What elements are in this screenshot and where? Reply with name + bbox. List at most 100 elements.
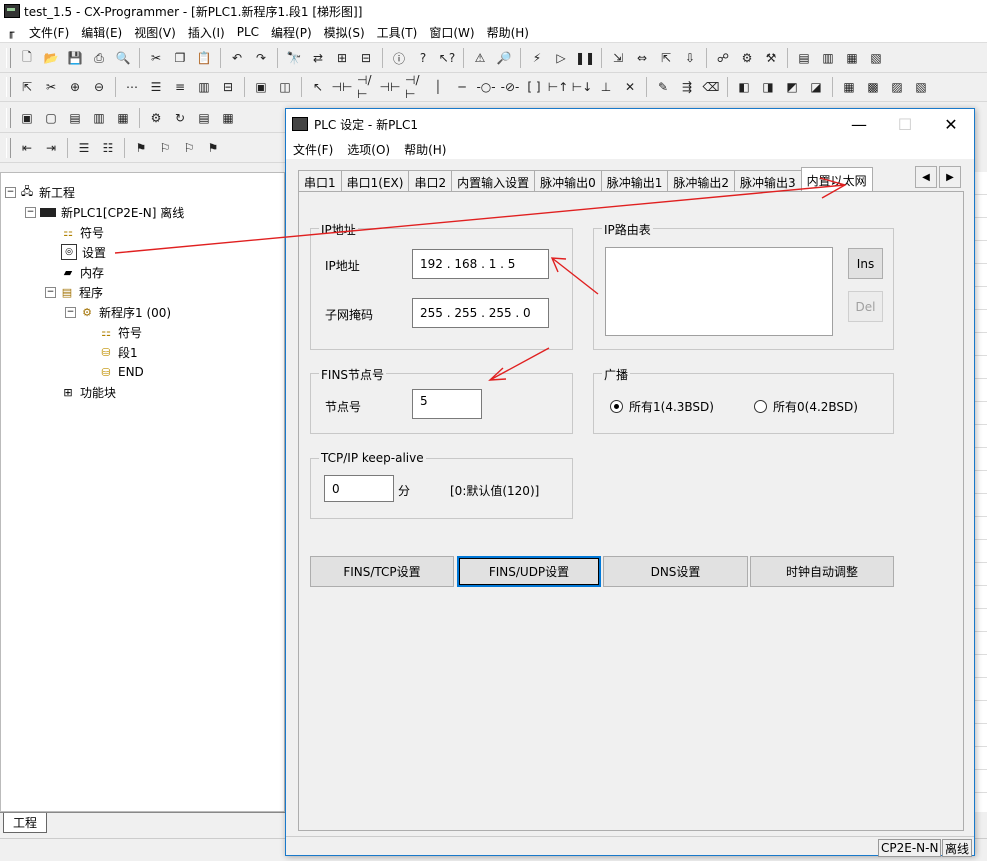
tree-node-program1[interactable]: − ⚙ 新程序1 (00) (65, 303, 171, 321)
radio-selected-icon[interactable] (610, 400, 623, 413)
download-icon[interactable]: ⇩ (680, 48, 700, 68)
warning-icon[interactable]: ⚠ (470, 48, 490, 68)
tab-serial1-ex[interactable]: 串口1(EX) (340, 170, 410, 193)
collapse-icon[interactable]: − (25, 206, 36, 218)
open-folder-icon[interactable]: 📂 (41, 48, 61, 68)
tree-node-end[interactable]: ⛁ END (99, 363, 143, 381)
menu-program[interactable]: 编程(P) (265, 24, 318, 41)
tab-pulse-output0[interactable]: 脉冲输出0 (534, 170, 602, 193)
tree-node-project[interactable]: − 🖧 新工程 (5, 183, 75, 201)
ladder-view-icon[interactable]: ▥ (194, 77, 214, 97)
broadcast-all-zeros-radio[interactable]: 所有0(4.2BSD) (754, 398, 858, 415)
search-icon[interactable]: 🔎 (494, 48, 514, 68)
task-icon[interactable]: ⚙ (146, 108, 166, 128)
maximize-icon[interactable]: ☐ (882, 109, 928, 139)
section-icon[interactable]: ▤ (194, 108, 214, 128)
zoom-in-icon[interactable]: ⊕ (65, 77, 85, 97)
window-cascade-icon[interactable]: ▥ (818, 48, 838, 68)
context-help-icon[interactable]: ↖? (437, 48, 457, 68)
project-workspace-icon[interactable]: ▣ (17, 108, 37, 128)
tab-builtin-ethernet[interactable]: 内置以太网 (800, 167, 873, 193)
tree-node-function-blocks[interactable]: ⊞ 功能块 (61, 383, 116, 401)
routing-table-list[interactable] (605, 247, 833, 336)
toolbar-grip[interactable] (6, 77, 11, 97)
contact-or-icon[interactable]: ⊣⊢ (380, 77, 401, 97)
address-reference-icon[interactable]: ⊟ (356, 48, 376, 68)
broadcast-all-ones-radio[interactable]: 所有1(4.3BSD) (610, 398, 714, 415)
new-file-icon[interactable]: 🗋 (17, 48, 37, 68)
grid-icon[interactable]: ⋯ (122, 77, 142, 97)
info-icon[interactable]: ⓘ (389, 48, 409, 68)
address-window-icon[interactable]: ▥ (89, 108, 109, 128)
settings-table-icon[interactable]: ▩ (863, 77, 883, 97)
ci-icon[interactable]: ◫ (275, 77, 295, 97)
error-log-icon[interactable]: ▧ (911, 77, 931, 97)
tab-pulse-output3[interactable]: 脉冲输出3 (734, 170, 802, 193)
del-button[interactable]: Del (848, 291, 883, 322)
run-icon[interactable]: ▷ (551, 48, 571, 68)
collapse-icon[interactable]: − (65, 306, 76, 318)
fins-udp-settings-button[interactable]: FINS/UDP设置 (457, 556, 601, 587)
comment-icon[interactable]: ☰ (146, 77, 166, 97)
cancel-edit-icon[interactable]: ⌫ (701, 77, 721, 97)
watch-icon[interactable]: ◪ (806, 77, 826, 97)
symbol-window-icon[interactable]: ▦ (113, 108, 133, 128)
upload-icon[interactable]: ⇱ (656, 48, 676, 68)
toolbar-grip[interactable] (6, 108, 11, 128)
pulse-down-icon[interactable]: ⊢↓ (572, 77, 593, 97)
jump-icon[interactable]: ▦ (218, 108, 238, 128)
delete-rung-icon[interactable]: ✕ (620, 77, 640, 97)
output-window-icon[interactable]: ▢ (41, 108, 61, 128)
uncomment-icon[interactable]: ☷ (98, 138, 118, 158)
tab-pulse-output2[interactable]: 脉冲输出2 (667, 170, 736, 193)
node-number-field[interactable]: 5 (412, 389, 482, 419)
window-grid-icon[interactable]: ▧ (866, 48, 886, 68)
set-icon[interactable]: ⚒ (761, 48, 781, 68)
subnet-mask-field[interactable]: 255 . 255 . 255 . 0 (412, 298, 549, 328)
horizontal-line-icon[interactable]: ─ (452, 77, 472, 97)
window-tile-icon[interactable]: ▤ (794, 48, 814, 68)
tree-node-section1[interactable]: ⛁ 段1 (99, 343, 137, 361)
transfer-icon[interactable]: ⇲ (608, 48, 628, 68)
clear-bookmarks-icon[interactable]: ⚑ (203, 138, 223, 158)
menu-plc[interactable]: PLC (231, 25, 265, 39)
print-preview-icon[interactable]: 🔍 (113, 48, 133, 68)
pause-icon[interactable]: ❚❚ (575, 48, 595, 68)
tab-scroll-left-icon[interactable]: ◀ (915, 166, 937, 188)
menu-help[interactable]: 帮助(H) (481, 24, 535, 41)
toolbar-grip[interactable] (6, 138, 11, 158)
copy-icon[interactable]: ❐ (170, 48, 190, 68)
io-table-icon[interactable]: ▦ (839, 77, 859, 97)
save-icon[interactable]: 💾 (65, 48, 85, 68)
scissors-icon[interactable]: ✂ (41, 77, 61, 97)
print-icon[interactable]: ⎙ (89, 48, 109, 68)
tree-node-memory[interactable]: ▰ 内存 (61, 263, 104, 281)
tree-node-prog-symbols[interactable]: ⚏ 符号 (99, 323, 142, 341)
cross-reference-icon[interactable]: ⊞ (332, 48, 352, 68)
radio-unselected-icon[interactable] (754, 400, 767, 413)
fins-tcp-settings-button[interactable]: FINS/TCP设置 (310, 556, 454, 587)
comment-toggle-icon[interactable]: ☰ (74, 138, 94, 158)
tab-serial2[interactable]: 串口2 (408, 170, 453, 193)
sma-icon[interactable]: ▣ (251, 77, 271, 97)
select-icon[interactable]: ↖ (308, 77, 328, 97)
watch-window-icon[interactable]: ▤ (65, 108, 85, 128)
pointer-icon[interactable]: ⇱ (17, 77, 37, 97)
cycle-icon[interactable]: ↻ (170, 108, 190, 128)
monitor-icon[interactable]: ☍ (713, 48, 733, 68)
indent-right-icon[interactable]: ⇥ (41, 138, 61, 158)
help-icon[interactable]: ? (413, 48, 433, 68)
ip-address-field[interactable]: 192 . 168 . 1 . 5 (412, 249, 549, 279)
collapse-icon[interactable]: − (45, 286, 56, 298)
menu-view[interactable]: 视图(V) (128, 24, 182, 41)
find-icon[interactable]: 🔭 (284, 48, 304, 68)
transfer-edit-icon[interactable]: ⇶ (677, 77, 697, 97)
menu-simulate[interactable]: 模拟(S) (318, 24, 371, 41)
pulse-up-icon[interactable]: ⊢↑ (548, 77, 569, 97)
dialog-menu-file[interactable]: 文件(F) (286, 141, 340, 158)
undo-icon[interactable]: ↶ (227, 48, 247, 68)
tab-builtin-input[interactable]: 内置输入设置 (451, 170, 536, 193)
mnemonic-icon[interactable]: ⊟ (218, 77, 238, 97)
redo-icon[interactable]: ↷ (251, 48, 271, 68)
instruction-icon[interactable]: [ ] (524, 77, 544, 97)
